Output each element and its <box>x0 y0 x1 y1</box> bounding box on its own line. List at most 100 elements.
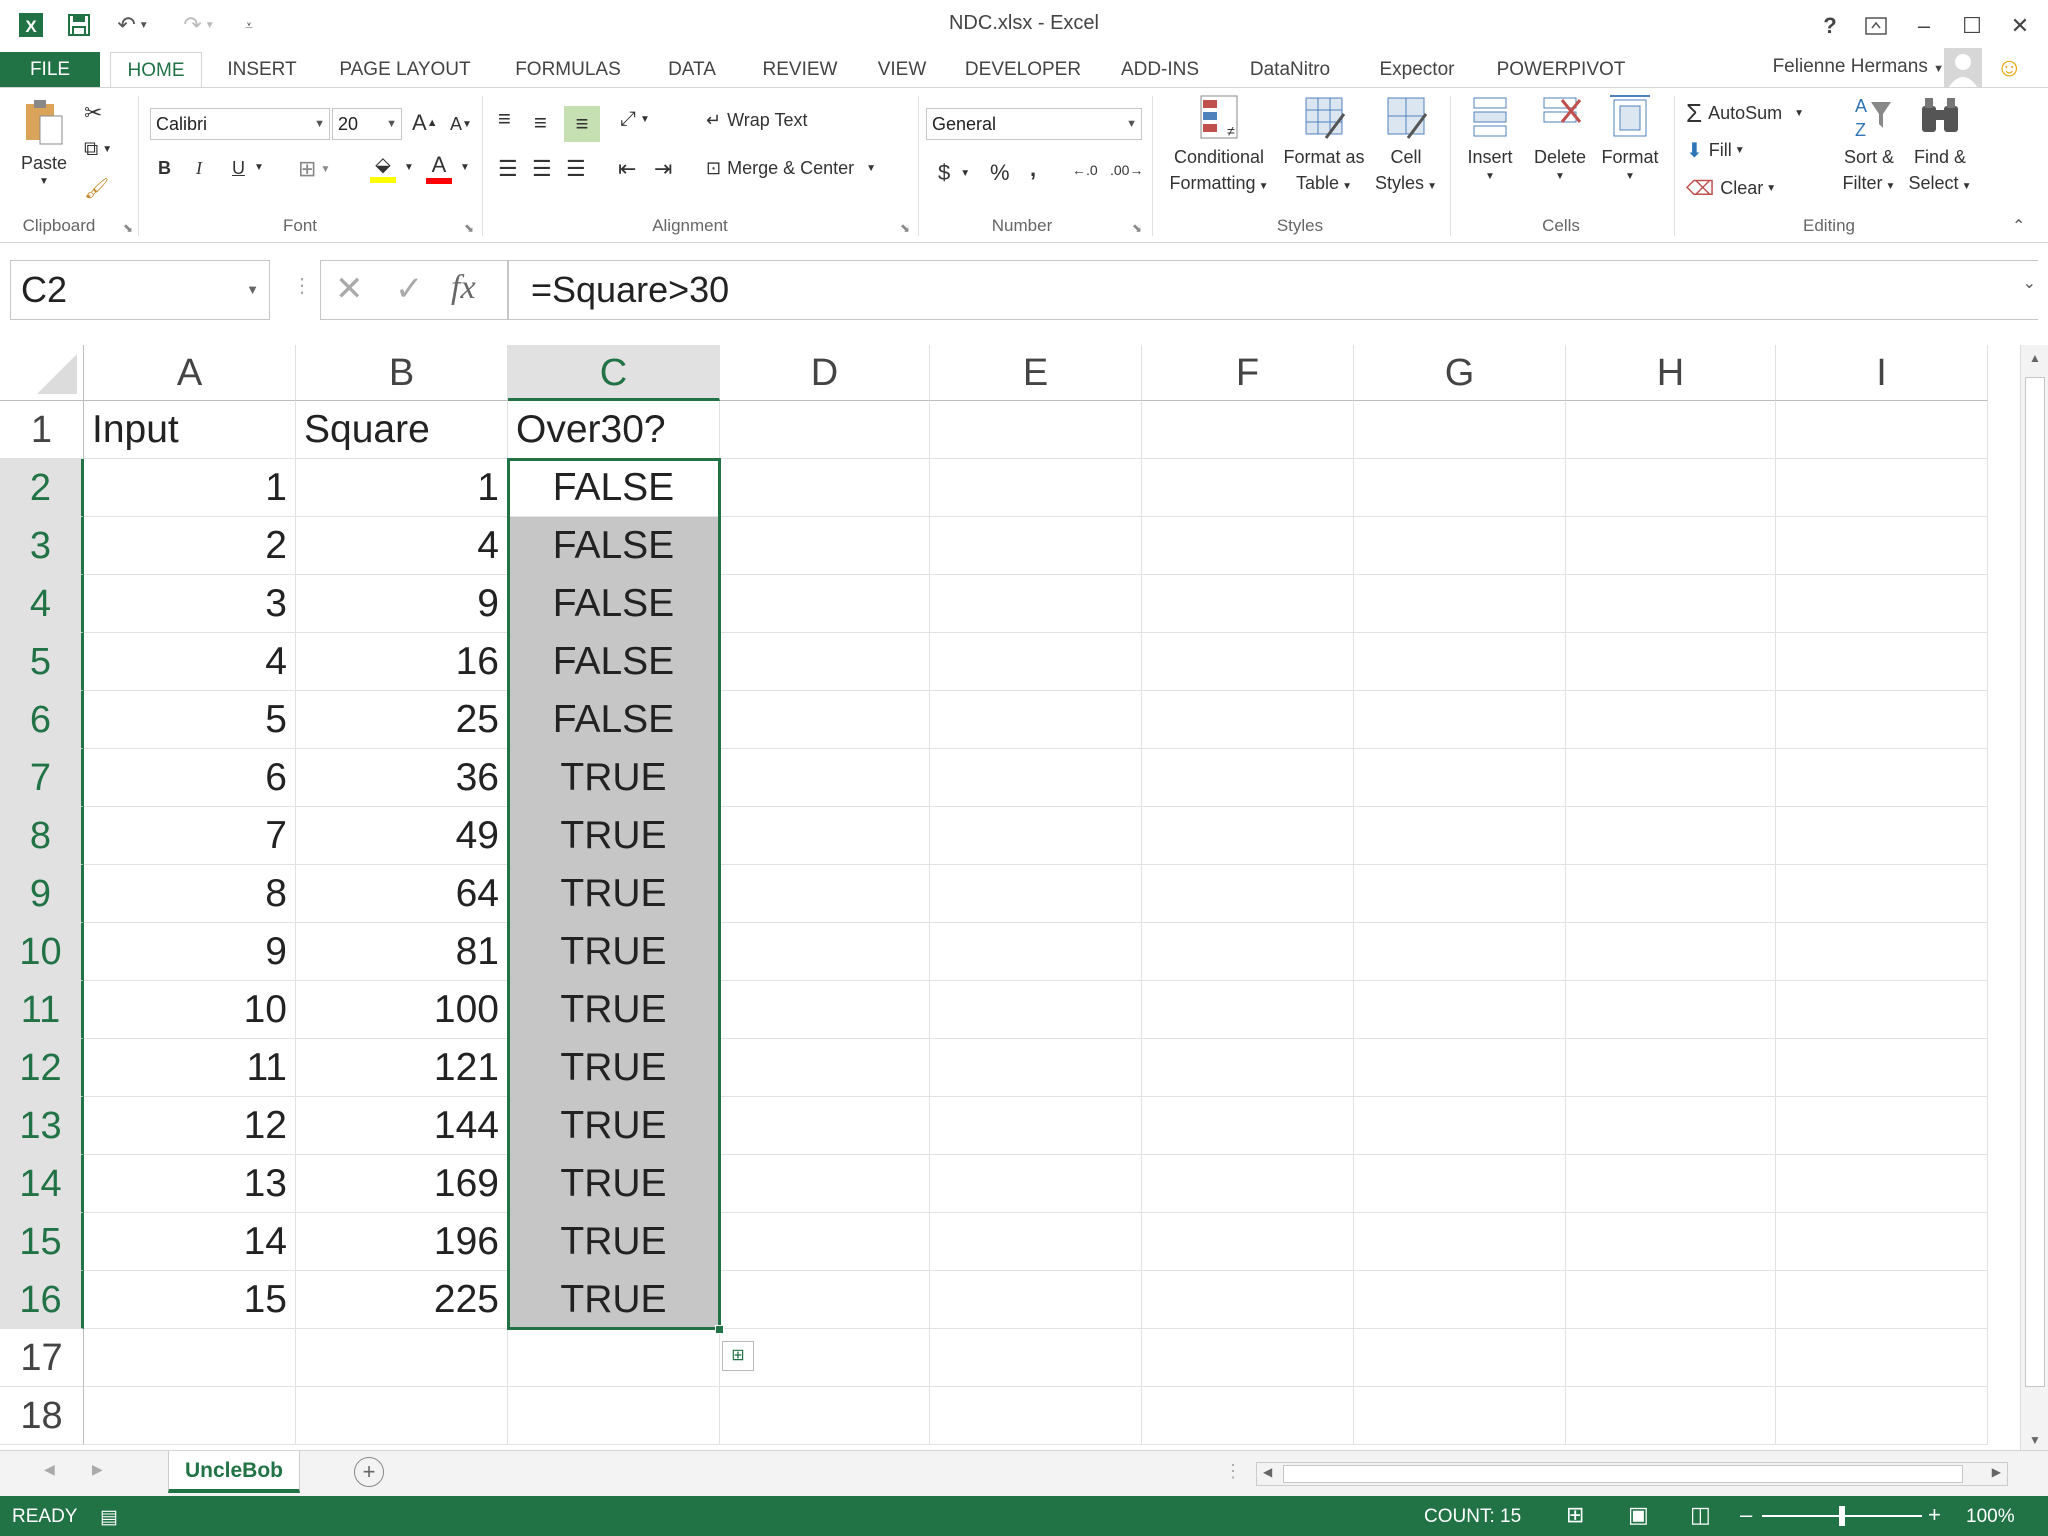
fill-color-dropdown-icon[interactable]: ▼ <box>404 162 414 173</box>
shrink-font-icon[interactable]: A ▼ <box>450 114 472 135</box>
cell-b2[interactable]: 1 <box>296 459 508 517</box>
page-layout-view-icon[interactable]: ▣ <box>1628 1502 1649 1528</box>
cell-h14[interactable] <box>1566 1155 1776 1213</box>
cell-g8[interactable] <box>1354 807 1566 865</box>
cell-c8[interactable]: TRUE <box>508 807 720 865</box>
cell-h18[interactable] <box>1566 1387 1776 1445</box>
cell-g6[interactable] <box>1354 691 1566 749</box>
cell-c16[interactable]: TRUE <box>508 1271 720 1329</box>
fill-handle[interactable] <box>715 1325 724 1334</box>
cell-b9[interactable]: 64 <box>296 865 508 923</box>
insert-function-button[interactable]: fx <box>451 269 476 307</box>
cell-a6[interactable]: 5 <box>84 691 296 749</box>
top-align-icon[interactable]: ≡ <box>498 106 511 132</box>
cell-b4[interactable]: 9 <box>296 575 508 633</box>
cell-d18[interactable] <box>720 1387 930 1445</box>
cell-i2[interactable] <box>1776 459 1988 517</box>
italic-button[interactable]: I <box>196 158 202 179</box>
row-header-9[interactable]: 9 <box>0 865 84 923</box>
cell-f16[interactable] <box>1142 1271 1354 1329</box>
name-box[interactable]: C2 ▼ <box>10 260 270 320</box>
prev-sheet-icon[interactable]: ◀ <box>44 1461 55 1478</box>
sort-filter-button[interactable]: AZ Sort & Filter ▼ <box>1834 92 1904 200</box>
grow-font-icon[interactable]: A ▲ <box>412 110 438 136</box>
cell-d9[interactable] <box>720 865 930 923</box>
merge-center-button[interactable]: ⊡ Merge & Center ▼ <box>706 158 876 179</box>
row-header-11[interactable]: 11 <box>0 981 84 1039</box>
cell-f6[interactable] <box>1142 691 1354 749</box>
bottom-align-icon[interactable]: ≡ <box>564 106 600 142</box>
user-account[interactable]: Felienne Hermans ▼ <box>1773 56 1944 78</box>
column-header-d[interactable]: D <box>720 345 930 401</box>
cell-f17[interactable] <box>1142 1329 1354 1387</box>
format-cells-button[interactable]: Format ▼ <box>1596 92 1664 184</box>
cell-e10[interactable] <box>930 923 1142 981</box>
cell-b8[interactable]: 49 <box>296 807 508 865</box>
cell-a13[interactable]: 12 <box>84 1097 296 1155</box>
tab-add-ins[interactable]: ADD-INS <box>1110 52 1210 88</box>
cell-b11[interactable]: 100 <box>296 981 508 1039</box>
cell-e9[interactable] <box>930 865 1142 923</box>
sheet-tab-unclebob[interactable]: UncleBob <box>168 1451 300 1493</box>
cell-f4[interactable] <box>1142 575 1354 633</box>
cell-b7[interactable]: 36 <box>296 749 508 807</box>
expand-formula-bar-icon[interactable]: ⌄ <box>2023 273 2036 293</box>
cell-h6[interactable] <box>1566 691 1776 749</box>
tab-view[interactable]: VIEW <box>868 52 936 88</box>
cell-e3[interactable] <box>930 517 1142 575</box>
cell-i3[interactable] <box>1776 517 1988 575</box>
conditional-formatting-button[interactable]: ≠ Conditional Formatting ▼ <box>1160 92 1278 200</box>
cell-d5[interactable] <box>720 633 930 691</box>
cell-e7[interactable] <box>930 749 1142 807</box>
cell-b13[interactable]: 144 <box>296 1097 508 1155</box>
vertical-scroll-thumb[interactable] <box>2025 377 2045 1387</box>
column-header-f[interactable]: F <box>1142 345 1354 401</box>
cell-styles-button[interactable]: Cell Styles ▼ <box>1372 92 1440 200</box>
scroll-right-icon[interactable]: ▶ <box>1992 1465 2001 1479</box>
cell-b1[interactable]: Square <box>296 401 508 459</box>
new-sheet-icon[interactable]: + <box>354 1457 384 1487</box>
delete-cells-button[interactable]: Delete ▼ <box>1526 92 1594 184</box>
row-header-15[interactable]: 15 <box>0 1213 84 1271</box>
increase-indent-icon[interactable]: ⇥ <box>654 156 672 182</box>
cell-h7[interactable] <box>1566 749 1776 807</box>
underline-dropdown-icon[interactable]: ▼ <box>254 162 264 173</box>
cell-d12[interactable] <box>720 1039 930 1097</box>
cell-i10[interactable] <box>1776 923 1988 981</box>
cell-g9[interactable] <box>1354 865 1566 923</box>
cell-d4[interactable] <box>720 575 930 633</box>
cell-c12[interactable]: TRUE <box>508 1039 720 1097</box>
cell-g5[interactable] <box>1354 633 1566 691</box>
cell-g15[interactable] <box>1354 1213 1566 1271</box>
column-header-a[interactable]: A <box>84 345 296 401</box>
tab-powerpivot[interactable]: POWERPIVOT <box>1490 52 1632 88</box>
cell-h12[interactable] <box>1566 1039 1776 1097</box>
cell-g1[interactable] <box>1354 401 1566 459</box>
cell-i18[interactable] <box>1776 1387 1988 1445</box>
normal-view-icon[interactable]: ⊞ <box>1566 1502 1584 1528</box>
cell-c14[interactable]: TRUE <box>508 1155 720 1213</box>
cell-a12[interactable]: 11 <box>84 1039 296 1097</box>
cell-h10[interactable] <box>1566 923 1776 981</box>
worksheet-grid[interactable]: ABCDEFGHI 1 Input Square Over30? 2 1 1 FALSE 3 2 4… <box>0 345 2048 1445</box>
cell-f14[interactable] <box>1142 1155 1354 1213</box>
cell-h9[interactable] <box>1566 865 1776 923</box>
underline-button[interactable]: U <box>232 158 245 179</box>
middle-align-icon[interactable]: ≡ <box>534 110 547 136</box>
cell-d13[interactable] <box>720 1097 930 1155</box>
cell-f2[interactable] <box>1142 459 1354 517</box>
font-launcher-icon[interactable]: ⬊ <box>464 221 474 235</box>
cell-c15[interactable]: TRUE <box>508 1213 720 1271</box>
cell-i9[interactable] <box>1776 865 1988 923</box>
increase-decimal-icon[interactable]: ←.0 <box>1072 162 1098 178</box>
cell-h15[interactable] <box>1566 1213 1776 1271</box>
autosum-button[interactable]: Σ AutoSum ▼ <box>1686 98 1804 129</box>
cell-e15[interactable] <box>930 1213 1142 1271</box>
cell-i14[interactable] <box>1776 1155 1988 1213</box>
row-header-6[interactable]: 6 <box>0 691 84 749</box>
zoom-level[interactable]: 100% <box>1966 1506 2015 1528</box>
cell-c7[interactable]: TRUE <box>508 749 720 807</box>
cell-d3[interactable] <box>720 517 930 575</box>
cell-b14[interactable]: 169 <box>296 1155 508 1213</box>
copy-icon[interactable]: ⧉ ▼ <box>84 138 112 161</box>
